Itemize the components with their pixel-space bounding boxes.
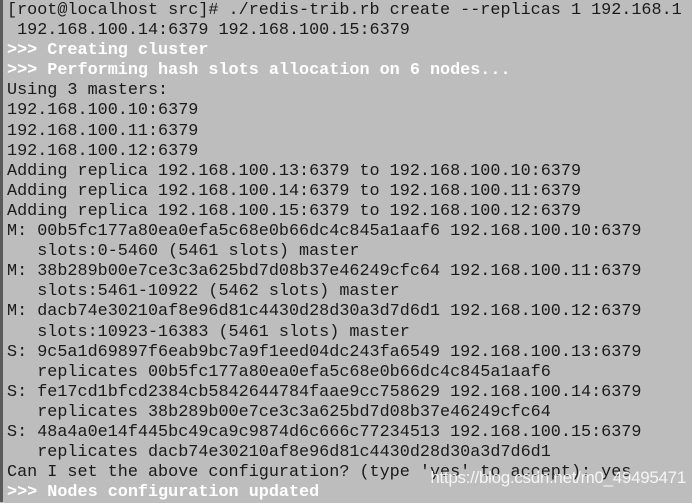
terminal-line: 192.168.100.12:6379 xyxy=(7,141,199,161)
terminal-line: slots:0-5460 (5461 slots) master xyxy=(7,242,360,262)
terminal-line: [root@localhost src]# ./redis-trib.rb cr… xyxy=(7,1,682,20)
terminal-line: replicates 38b289b00e7ce3c3a625bd7d08b37… xyxy=(7,402,551,422)
terminal-line: S: fe17cd1bfcd2384cb5842644784faae9cc758… xyxy=(7,382,642,402)
terminal-output[interactable]: [root@localhost src]# ./redis-trib.rb cr… xyxy=(0,0,692,502)
terminal-line: slots:5461-10922 (5462 slots) master xyxy=(7,282,400,302)
terminal-line: slots:10923-16383 (5461 slots) master xyxy=(7,322,410,342)
terminal-line: Adding replica 192.168.100.15:6379 to 19… xyxy=(7,201,582,221)
terminal-line: S: 48a4a0e14f445bc49ca9c9874d6c666c77234… xyxy=(7,422,642,442)
terminal-line: replicates dacb74e30210af8e96d81c4430d28… xyxy=(7,443,551,463)
terminal-line: >>> Performing hash slots allocation on … xyxy=(7,61,511,81)
terminal-line: >>> Creating cluster xyxy=(7,41,209,61)
terminal-line: Using 3 masters: xyxy=(7,81,169,101)
terminal-line: Adding replica 192.168.100.14:6379 to 19… xyxy=(7,181,582,201)
terminal-line: S: 9c5a1d69897f6eab9bc7a9f1eed04dc243fa6… xyxy=(7,342,642,362)
terminal-line: replicates 00b5fc177a80ea0efa5c68e0b66dc… xyxy=(7,362,551,382)
terminal-line: 192.168.100.10:6379 xyxy=(7,101,199,121)
terminal-line: 192.168.100.11:6379 xyxy=(7,121,199,141)
terminal-line: M: 00b5fc177a80ea0efa5c68e0b66dc4c845a1a… xyxy=(7,222,642,242)
terminal-line: Adding replica 192.168.100.13:6379 to 19… xyxy=(7,161,582,181)
terminal-line: M: 38b289b00e7ce3c3a625bd7d08b37e46249cf… xyxy=(7,262,642,282)
watermark: https://blog.csdn.net/m0_49495471 xyxy=(430,468,686,487)
terminal-line: M: dacb74e30210af8e96d81c4430d28d30a3d7d… xyxy=(7,302,642,322)
terminal-line: 192.168.100.14:6379 192.168.100.15:6379 xyxy=(7,21,410,41)
